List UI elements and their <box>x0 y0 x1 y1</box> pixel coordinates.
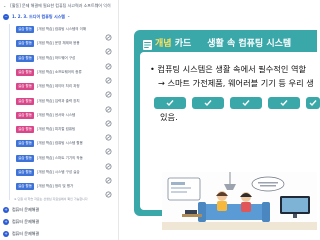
chapter-item[interactable]: + 컴퓨터 문제해결 <box>3 206 113 214</box>
check-icon <box>166 100 174 107</box>
lesson-tag: 실습 활동 <box>16 126 34 134</box>
arrow-text: → 스마트 가전제품, 웨어러블 기기 등 우리 생 <box>158 78 314 88</box>
lesson-title: [개념 학습] 피지컬 컴퓨팅 <box>37 127 76 132</box>
lesson-title: [개념 학습] 시스템 구성 실습 <box>37 170 80 174</box>
slide-header: 개념 카드 생활 속 컴퓨팅 시스템 <box>142 34 291 50</box>
check-icon <box>280 100 288 107</box>
notebook-icon <box>142 36 153 50</box>
share-link-icon[interactable] <box>105 126 112 141</box>
sidebar-top-title[interactable]: ⌄ [활동] 문제 해결에 필요한 컴퓨팅 사고력과 소프트웨어 익히 <box>3 2 115 10</box>
lesson-title: [개념 학습] 데이터 처리 과정 <box>37 84 80 89</box>
lesson-tag: 실습 활동 <box>16 40 34 48</box>
lesson-tag: 실습 활동 <box>16 68 34 76</box>
check-icon <box>204 100 212 107</box>
share-link-icon[interactable] <box>105 140 112 155</box>
unit-toggle-label: 1. 2. 3. 드디어 컴퓨팅 시스템 <box>12 14 65 19</box>
sidebar-footer-note: ※ 단원 내 학습 자료는 선생님 자료실에서 확인 가능합니다 <box>14 197 88 201</box>
lesson-item[interactable]: 실습 활동 [개념 학습] 소프트웨어의 종류 <box>16 68 114 84</box>
lesson-title: [개념 학습] 센서와 시스템 <box>37 112 76 117</box>
concept-card-badge: 개념 카드 <box>155 36 191 49</box>
lesson-tag: 실습 활동 <box>16 83 34 91</box>
check-pill[interactable] <box>268 97 300 109</box>
lesson-item[interactable]: 실습 활동 [개념 학습] 컴퓨팅 시스템 활용 <box>16 139 114 155</box>
share-link-icon[interactable] <box>105 26 112 41</box>
lesson-tag: 실습 활동 <box>16 26 34 33</box>
lesson-item[interactable]: 실습 활동 [개념 학습] 센서와 시스템 <box>16 111 114 127</box>
minus-icon: − <box>3 14 9 20</box>
lesson-item[interactable]: 실습 활동 [개념 학습] 정리 및 평가 <box>16 182 114 198</box>
concept-card-slide: 개념 카드 생활 속 컴퓨팅 시스템 • 컴퓨팅 시스템은 생활 속에서 필수적… <box>134 30 320 230</box>
content-stage: 개념 카드 생활 속 컴퓨팅 시스템 • 컴퓨팅 시스템은 생활 속에서 필수적… <box>119 0 320 240</box>
lesson-title: [개념 학습] 정리 및 평가 <box>37 184 74 189</box>
plus-icon: + <box>3 219 9 225</box>
lesson-tag: 실습 활동 <box>16 183 34 191</box>
lesson-title: [개념 학습] 컴퓨팅 시스템 활용 <box>37 141 83 146</box>
share-link-icon[interactable] <box>105 155 112 170</box>
sidebar-top-title-text: [활동] 문제 해결에 필요한 컴퓨팅 사고력과 소프트웨어 익히 <box>10 3 111 8</box>
lesson-title: [개념 학습] 소프트웨어의 종류 <box>37 69 82 74</box>
lesson-title: [개념 학습] 운영 체제와 응용 <box>37 41 80 46</box>
chapter-label: 컴퓨터 문제해결 <box>12 207 40 212</box>
lesson-item[interactable]: 실습 활동 [개념 학습] 입력과 출력 장치 <box>16 97 114 112</box>
chevron-down-icon: ⌄ <box>3 3 7 8</box>
chapter-label: 컴퓨터 문제해결 <box>12 231 40 236</box>
share-link-icon[interactable] <box>105 55 112 70</box>
share-link-icon[interactable] <box>105 69 112 84</box>
course-sidebar: ⌄ [활동] 문제 해결에 필요한 컴퓨팅 사고력과 소프트웨어 익히 − 1.… <box>0 0 118 240</box>
slide-body: • 컴퓨팅 시스템은 생활 속에서 필수적인 역할 → 스마트 가전제품, 웨어… <box>140 52 320 230</box>
check-pill[interactable] <box>192 97 224 109</box>
share-link-icon[interactable] <box>105 40 112 55</box>
chapter-item[interactable]: + 컴퓨터 문제해결 <box>3 218 113 226</box>
lesson-tag: 실습 활동 <box>16 140 34 148</box>
bullet-text: • 컴퓨팅 시스템은 생활 속에서 필수적인 역할 <box>150 64 307 74</box>
lesson-item[interactable]: 실습 활동 [개념 학습] 하드웨어 구성 <box>16 54 114 70</box>
lesson-list-connector <box>9 24 10 200</box>
share-link-icon[interactable] <box>105 83 112 98</box>
badge-suffix: 카드 <box>171 38 192 49</box>
check-pill[interactable] <box>306 97 320 109</box>
chevron-up-icon: ⌃ <box>67 14 71 20</box>
plus-icon: + <box>3 231 9 237</box>
unit-toggle[interactable]: − 1. 2. 3. 드디어 컴퓨팅 시스템 ⌃ <box>3 13 115 21</box>
chapter-item[interactable]: + 컴퓨터 문제해결 <box>3 230 113 238</box>
badge-prefix: 개념 <box>155 38 172 49</box>
lesson-tag: 실습 활동 <box>16 97 34 105</box>
share-link-icon[interactable] <box>105 112 112 127</box>
chapter-label: 컴퓨터 문제해결 <box>12 219 40 224</box>
share-link-icon[interactable] <box>105 169 112 184</box>
lesson-item[interactable]: 실습 활동 [개념 학습] 시스템 구성 실습 <box>16 168 114 184</box>
share-link-icon[interactable] <box>105 98 112 112</box>
smart-home-illustration <box>162 172 317 230</box>
lesson-item[interactable]: 실습 활동 [개념 학습] 운영 체제와 응용 <box>16 39 114 55</box>
lesson-title: [개념 학습] 하드웨어 구성 <box>37 55 76 60</box>
lesson-item[interactable]: 실습 활동 [개념 학습] 컴퓨팅 시스템의 이해 <box>16 25 114 41</box>
check-row <box>154 96 320 110</box>
lesson-title: [개념 학습] 입력과 출력 장치 <box>37 98 80 103</box>
lesson-item[interactable]: 실습 활동 [개념 학습] 스마트 기기의 작동 <box>16 154 114 170</box>
lesson-tag: 실습 활동 <box>16 111 34 119</box>
check-icon <box>309 100 317 107</box>
lesson-title: [개념 학습] 스마트 기기의 작동 <box>37 155 83 160</box>
share-link-icon[interactable] <box>105 183 112 198</box>
lesson-item[interactable]: 실습 활동 [개념 학습] 데이터 처리 과정 <box>16 82 114 98</box>
check-pill[interactable] <box>154 97 186 109</box>
plus-icon: + <box>3 207 9 213</box>
continuation-text: 있음. <box>160 112 178 122</box>
lesson-item[interactable]: 실습 활동 [개념 학습] 피지컬 컴퓨팅 <box>16 125 114 141</box>
check-icon <box>242 100 250 107</box>
lesson-tag: 실습 활동 <box>16 54 34 62</box>
lesson-title: [개념 학습] 컴퓨팅 시스템의 이해 <box>37 27 87 31</box>
check-pill[interactable] <box>230 97 262 109</box>
lesson-tag: 실습 활동 <box>16 169 34 176</box>
slide-title: 생활 속 컴퓨팅 시스템 <box>207 38 292 49</box>
lesson-tag: 실습 활동 <box>16 154 34 162</box>
